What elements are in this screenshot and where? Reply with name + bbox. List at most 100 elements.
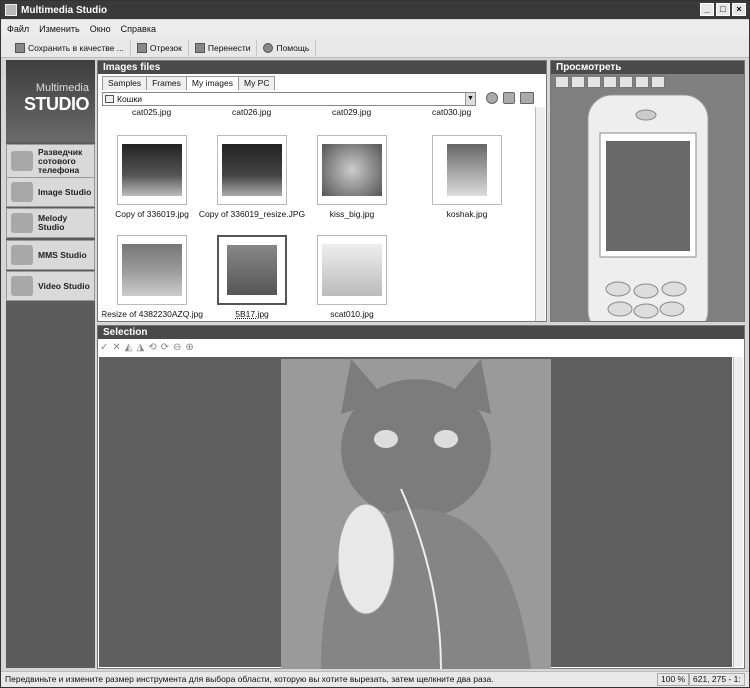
folder-path-select[interactable]: Кошки ▼ [102,92,476,106]
cat-image [322,244,382,296]
list-item[interactable]: cat026.jpg [232,107,271,117]
cat-eye [374,430,398,448]
thumbnail-caption: Resize of 4382230AZQ.jpg [102,309,204,319]
images-tabs: Samples Frames My images My PC [102,76,276,90]
phone-cat-image [606,141,690,251]
zoom-out-icon[interactable]: ⊖ [173,342,181,353]
cat-eye [434,430,458,448]
apply-icon[interactable]: ✓ [100,342,108,353]
status-bar: Передвиньте и измените размер инструмент… [1,671,749,687]
chevron-down-icon: ▼ [465,93,475,105]
thumbnail-caption-selected: 5B17.jpg [235,309,269,319]
cursor-coords: 621, 275 - 1: [689,673,745,686]
tab-my-images[interactable]: My images [185,76,239,90]
selection-panel-title: Selection [98,326,744,339]
menu-file[interactable]: Файл [7,24,29,34]
sidebar-item-melody-studio[interactable]: Melody Studio [6,208,95,238]
cat-image [122,144,182,196]
cat-photo [281,359,551,669]
computer-mouse [337,503,395,615]
list-item[interactable]: cat029.jpg [332,107,371,117]
crop-button[interactable]: Отрезок [131,39,189,56]
save-icon [15,42,25,53]
cat-image [122,244,182,296]
sidebar-item-mms-studio[interactable]: MMS Studio [6,240,95,270]
move-icon [194,42,205,53]
view-icon[interactable] [587,76,601,88]
thumbnail-selected[interactable] [217,235,287,305]
phone-key [633,303,659,319]
help-icon [263,42,274,53]
move-button[interactable]: Перенести [189,39,258,56]
cancel-icon[interactable]: ✕ [112,342,120,353]
video-studio-icon [11,276,33,296]
back-icon[interactable] [486,92,498,104]
phone-key [607,301,633,317]
save-as-button[interactable]: Сохранить в качестве ... [9,39,131,56]
cat-image [322,144,382,196]
paint-icon[interactable] [619,76,633,88]
menu-help[interactable]: Справка [121,24,156,34]
menu-window[interactable]: Окно [90,24,111,34]
menu-bar: Файл Изменить Окно Справка [1,20,749,38]
flip-icon[interactable]: ◭ [125,342,133,353]
tab-frames[interactable]: Frames [146,76,187,90]
minimize-button[interactable]: _ [700,3,714,16]
thumbnail[interactable] [317,135,387,205]
selection-toolbar: ✓ ✕ ◭ ◮ ⟲ ⟳ ⊖ ⊕ [100,340,194,354]
title-bar: Multimedia Studio _ □ × [1,1,749,19]
folder-icon [105,95,114,103]
thumbnail-caption: Copy of 336019_resize.JPG [198,209,306,219]
maximize-button[interactable]: □ [716,3,730,16]
menu-edit[interactable]: Изменить [39,24,80,34]
cat-image [447,144,487,196]
image-studio-icon [11,182,33,202]
sidebar-item-video-studio[interactable]: Video Studio [6,271,95,301]
thumbnail-caption: scat010.jpg [330,309,374,319]
phone-preview [587,94,709,321]
sidebar-item-image-studio[interactable]: Image Studio [6,177,95,207]
thumbnail[interactable] [317,235,387,305]
edit-icon[interactable] [651,76,665,88]
thumbnail[interactable] [432,135,502,205]
crop-icon [136,42,147,53]
fill-icon[interactable] [603,76,617,88]
view-icon[interactable] [555,76,569,88]
sidebar: Multimedia STUDIO Разведчик сотового тел… [6,60,95,668]
status-message: Передвиньте и измените размер инструмент… [5,674,494,684]
rotate-icon[interactable]: ⟳ [161,342,169,353]
view-icon[interactable] [571,76,585,88]
zoom-in-icon[interactable]: ⊕ [185,342,193,353]
rotate-icon[interactable]: ⟲ [148,342,156,353]
phone-key [659,301,685,317]
view-mode-icon[interactable] [520,92,534,104]
close-button[interactable]: × [732,3,746,16]
list-item[interactable]: cat025.jpg [132,107,171,117]
toolbar: Сохранить в качестве ... Отрезок Перенес… [1,38,749,58]
thumbnail[interactable] [117,235,187,305]
images-panel-title: Images files [98,61,546,74]
list-item[interactable]: cat030.jpg [432,107,471,117]
tab-my-pc[interactable]: My PC [237,76,276,90]
phone-explorer-icon [11,151,33,171]
phone-key [633,283,659,299]
selection-canvas[interactable] [99,357,732,669]
flip-icon[interactable]: ◮ [136,342,144,353]
folder-up-icon[interactable] [503,92,515,104]
zoom-level: 100 % [657,673,690,686]
preview-toolbar [555,76,665,88]
melody-studio-icon [11,213,33,233]
app-icon [5,4,17,16]
thumbnail[interactable] [217,135,287,205]
help-button[interactable]: Помощь [257,39,317,56]
thumbnail-caption: kiss_big.jpg [329,209,375,219]
rotate-icon[interactable] [635,76,649,88]
tab-samples[interactable]: Samples [102,76,148,90]
thumbnail[interactable] [117,135,187,205]
preview-panel: Просмотреть [550,60,745,322]
phone-key [605,281,631,297]
thumbnail-grid: cat025.jpg cat026.jpg cat029.jpg cat030.… [102,107,538,321]
vertical-scrollbar[interactable] [733,357,743,667]
sidebar-item-phone-explorer[interactable]: Разведчик сотового телефона [6,144,95,178]
vertical-scrollbar[interactable] [535,107,545,321]
